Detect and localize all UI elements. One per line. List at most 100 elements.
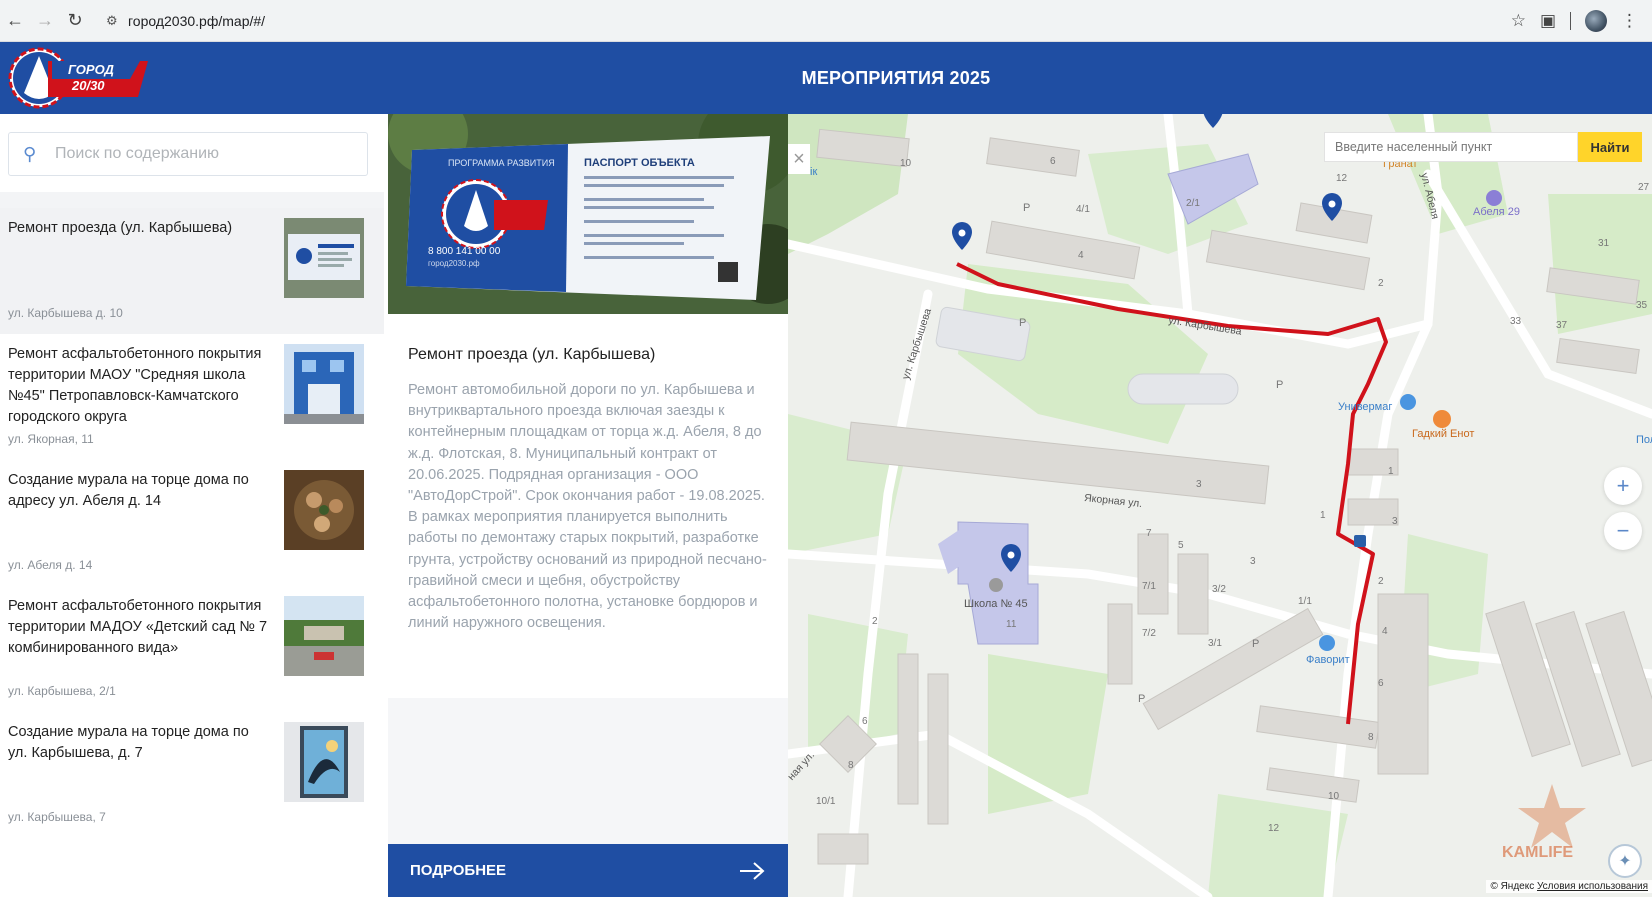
svg-text:5: 5	[1178, 540, 1184, 551]
close-panel-button[interactable]: ×	[788, 144, 810, 174]
event-address: ул. Карбышева, 2/1	[8, 684, 116, 698]
svg-text:10: 10	[1328, 791, 1340, 802]
map-area[interactable]: 10 6 4/1 2/1 12 4 2 33 31 27 37 35 313 175 3 7/1 3…	[788, 114, 1652, 897]
poi-label[interactable]: Универмаг	[1338, 401, 1392, 413]
svg-text:P: P	[1252, 638, 1259, 650]
svg-text:P: P	[1276, 379, 1283, 391]
svg-text:ПАСПОРТ ОБЪЕКТА: ПАСПОРТ ОБЪЕКТА	[584, 157, 695, 169]
forward-arrow-icon[interactable]: →	[30, 6, 60, 36]
event-address: ул. Карбышева д. 10	[8, 306, 123, 320]
svg-text:2: 2	[1378, 576, 1384, 587]
more-details-label: ПОДРОБНЕЕ	[410, 862, 507, 879]
svg-text:7/1: 7/1	[1142, 581, 1156, 592]
back-arrow-icon[interactable]: ←	[0, 6, 30, 36]
poi-label[interactable]: Школа № 45	[964, 598, 1028, 610]
more-details-button[interactable]: ПОДРОБНЕЕ	[388, 844, 788, 897]
svg-text:8 800 141 00 00: 8 800 141 00 00	[428, 246, 501, 257]
poi-label[interactable]: ік	[810, 166, 817, 178]
profile-avatar[interactable]	[1585, 9, 1607, 32]
arrow-right-icon	[740, 861, 765, 880]
event-address: ул. Карбышева, 7	[8, 810, 106, 824]
svg-text:3/1: 3/1	[1208, 638, 1222, 649]
event-title: Ремонт проезда (ул. Карбышева)	[8, 220, 233, 236]
city-2030-logo[interactable]: ГОРОД 20/30	[8, 47, 148, 109]
event-photo: ПРОГРАММА РАЗВИТИЯ 8 800 141 00 00 город…	[388, 114, 788, 314]
event-address: ул. Абеля д. 14	[8, 558, 93, 572]
svg-text:10/1: 10/1	[816, 796, 836, 807]
search-field[interactable]: ⚲	[8, 132, 368, 176]
svg-text:P: P	[1023, 202, 1030, 214]
map-canvas[interactable]: 10 64/1 2/1124 23331 273735 313 175 37/1 3…	[788, 114, 1652, 897]
event-detail-panel: ПРОГРАММА РАЗВИТИЯ 8 800 141 00 00 город…	[388, 114, 788, 897]
search-input[interactable]	[55, 145, 355, 163]
svg-text:10: 10	[900, 158, 912, 169]
svg-text:ПРОГРАММА РАЗВИТИЯ: ПРОГРАММА РАЗВИТИЯ	[448, 158, 555, 168]
svg-text:город2030.рф: город2030.рф	[428, 259, 480, 268]
svg-text:P: P	[1138, 693, 1145, 705]
event-thumbnail	[284, 218, 364, 298]
event-thumbnail	[284, 470, 364, 550]
more-menu-icon[interactable]: ⋮	[1621, 11, 1638, 31]
list-item[interactable]: Ремонт асфальтобетонного покрытия террит…	[0, 586, 384, 712]
event-title: Создание мурала на торце дома по ул. Кар…	[8, 724, 249, 761]
poi-label[interactable]: Пол	[1636, 434, 1652, 446]
site-settings-icon[interactable]: ⚙	[106, 13, 128, 29]
svg-text:3: 3	[1196, 479, 1202, 490]
event-address: ул. Якорная, 11	[8, 432, 94, 446]
browser-toolbar: ← → ↻ ⚙ город2030.рф/map/#/ ☆ ▣ ⋮	[0, 0, 1652, 42]
svg-text:1/1: 1/1	[1298, 596, 1312, 607]
svg-text:4/1: 4/1	[1076, 204, 1090, 215]
svg-text:3/2: 3/2	[1212, 584, 1226, 595]
list-item[interactable]: Ремонт асфальтобетонного покрытия террит…	[0, 334, 384, 460]
compass-icon: ✦	[1618, 853, 1632, 870]
find-button[interactable]: Найти	[1578, 132, 1642, 162]
event-thumbnail	[284, 722, 364, 802]
terms-link[interactable]: Условия использования	[1537, 881, 1648, 892]
list-item[interactable]: Создание мурала на торце дома по адресу …	[0, 460, 384, 586]
svg-text:8: 8	[848, 760, 854, 771]
address-bar[interactable]: ⚙ город2030.рф/map/#/	[96, 5, 1511, 37]
svg-text:4: 4	[1382, 626, 1388, 637]
locality-search-input[interactable]	[1324, 132, 1578, 162]
svg-text:6: 6	[862, 716, 868, 727]
svg-text:2: 2	[1378, 278, 1384, 289]
zoom-in-button[interactable]: +	[1604, 467, 1642, 505]
detail-title: Ремонт проезда (ул. Карбышева)	[408, 346, 656, 363]
detail-description: Ремонт автомобильной дороги по ул. Карбы…	[408, 382, 767, 632]
svg-text:1: 1	[1388, 466, 1394, 477]
bookmark-star-icon[interactable]: ☆	[1511, 11, 1526, 31]
toolbar-divider	[1570, 11, 1571, 30]
poi-hotel-icon	[1486, 190, 1502, 206]
poi-school-icon	[989, 578, 1003, 592]
bus-stop-icon	[1354, 535, 1366, 547]
svg-text:3: 3	[1392, 516, 1398, 527]
svg-text:1: 1	[1320, 510, 1326, 521]
svg-text:7: 7	[1146, 528, 1152, 539]
poi-label[interactable]: Абеля 29	[1473, 206, 1520, 218]
svg-text:3: 3	[1250, 556, 1256, 567]
geolocation-button[interactable]: ✦	[1608, 844, 1642, 878]
svg-text:27: 27	[1638, 182, 1650, 193]
map-copyright: © Яндекс Условия использования	[1486, 880, 1652, 893]
svg-text:4: 4	[1078, 250, 1084, 261]
list-divider	[0, 192, 384, 208]
poi-store-icon	[1319, 635, 1335, 651]
poi-label[interactable]: Гадкий Енот	[1412, 428, 1474, 440]
extensions-icon[interactable]: ▣	[1540, 11, 1556, 31]
svg-text:12: 12	[1268, 823, 1280, 834]
poi-label[interactable]: Фаворит	[1306, 654, 1350, 666]
event-detail-card: Ремонт проезда (ул. Карбышева) Ремонт ав…	[388, 314, 788, 698]
event-thumbnail	[284, 344, 364, 424]
svg-text:8: 8	[1368, 732, 1374, 743]
reload-icon[interactable]: ↻	[60, 6, 90, 36]
watermark-text: KAMLIFE	[1502, 844, 1574, 861]
list-item[interactable]: Создание мурала на торце дома по ул. Кар…	[0, 712, 384, 838]
poi-cafe-icon	[1433, 410, 1451, 428]
svg-text:31: 31	[1598, 238, 1610, 249]
poi-store-icon	[1400, 394, 1416, 410]
page-title: МЕРОПРИЯТИЯ 2025	[801, 67, 991, 88]
list-item[interactable]: Ремонт проезда (ул. Карбышева) ул. Карбы…	[0, 208, 384, 334]
svg-text:6: 6	[1050, 156, 1056, 167]
svg-text:20/30: 20/30	[71, 78, 105, 93]
zoom-out-button[interactable]: −	[1604, 512, 1642, 550]
